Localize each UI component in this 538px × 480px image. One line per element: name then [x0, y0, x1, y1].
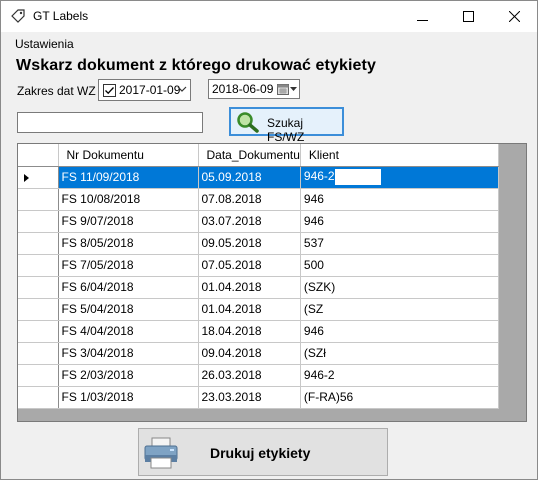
cell-data-dokumentu[interactable]: 01.04.2018 [198, 276, 301, 299]
cell-klient[interactable]: 537 [300, 232, 499, 255]
cell-data-dokumentu[interactable]: 07.05.2018 [198, 254, 301, 277]
cell-klient[interactable]: 946-2 [300, 364, 499, 387]
cell-klient[interactable]: (SZ [300, 298, 499, 321]
date-from-picker[interactable]: 2017-01-09 [98, 79, 191, 101]
cell-klient[interactable]: (F-RA)56 [300, 386, 499, 409]
date-from-checkbox[interactable] [103, 84, 116, 97]
cell-nr-dokumentu[interactable]: FS 1/03/2018 [58, 386, 199, 409]
table-row[interactable]: FS 9/07/2018 03.07.2018 946 [18, 210, 499, 233]
cell-klient[interactable]: (SZK) [300, 276, 499, 299]
search-fs-wz-button[interactable]: Szukaj FS/WZ [229, 107, 344, 144]
minimize-icon [416, 9, 428, 25]
close-button[interactable] [491, 1, 537, 32]
cell-klient[interactable]: 946 [300, 188, 499, 211]
row-header[interactable] [18, 166, 59, 189]
redacted-block [334, 169, 381, 185]
app-window: GT Labels Ustawienia Wskarz dokument z k… [0, 0, 538, 480]
grid-body: FS 11/09/2018 05.09.2018 946-2 FS 10/08/201… [18, 166, 499, 409]
table-row[interactable]: FS 11/09/2018 05.09.2018 946-2 [18, 166, 499, 189]
calendar-icon [277, 84, 289, 95]
row-header[interactable] [18, 320, 59, 343]
window-title: GT Labels [33, 9, 89, 23]
row-header[interactable] [18, 276, 59, 299]
row-header-corner [18, 144, 59, 167]
grid-header-row: Nr Dokumentu Data_Dokumentu Klient [18, 144, 499, 167]
documents-table: Nr Dokumentu Data_Dokumentu Klient FS 11… [18, 144, 499, 409]
cell-data-dokumentu[interactable]: 05.09.2018 [198, 166, 301, 189]
cell-data-dokumentu[interactable]: 09.05.2018 [198, 232, 301, 255]
row-header[interactable] [18, 386, 59, 409]
menu-item-ustawienia[interactable]: Ustawienia [15, 37, 74, 51]
cell-nr-dokumentu[interactable]: FS 8/05/2018 [58, 232, 199, 255]
search-button-label: Szukaj FS/WZ [267, 116, 305, 144]
documents-grid: Nr Dokumentu Data_Dokumentu Klient FS 11… [17, 143, 527, 422]
print-button-label: Drukuj etykiety [210, 445, 311, 461]
magnifier-icon [235, 111, 261, 136]
table-row[interactable]: FS 6/04/2018 01.04.2018 (SZK) [18, 276, 499, 299]
table-row[interactable]: FS 1/03/2018 23.03.2018 (F-RA)56 [18, 386, 499, 409]
chevron-down-icon[interactable] [177, 82, 187, 99]
current-row-arrow-icon [24, 173, 29, 182]
column-header-data-dokumentu[interactable]: Data_Dokumentu [198, 144, 301, 167]
printer-icon [143, 437, 179, 472]
cell-klient[interactable]: 946 [300, 210, 499, 233]
table-row[interactable]: FS 2/03/2018 26.03.2018 946-2 [18, 364, 499, 387]
minimize-button[interactable] [399, 1, 445, 32]
row-header[interactable] [18, 342, 59, 365]
title-bar: GT Labels [1, 1, 537, 32]
cell-data-dokumentu[interactable]: 23.03.2018 [198, 386, 301, 409]
table-row[interactable]: FS 3/04/2018 09.04.2018 (SZł [18, 342, 499, 365]
cell-nr-dokumentu[interactable]: FS 2/03/2018 [58, 364, 199, 387]
column-header-nr-dokumentu[interactable]: Nr Dokumentu [58, 144, 199, 167]
date-to-picker[interactable]: 2018-06-09 [208, 79, 300, 99]
cell-klient[interactable]: 946 [300, 320, 499, 343]
cell-klient[interactable]: 946-2 [300, 166, 499, 189]
cell-nr-dokumentu[interactable]: FS 10/08/2018 [58, 188, 199, 211]
date-range-label: Zakres dat WZ [17, 84, 96, 98]
row-header[interactable] [18, 254, 59, 277]
cell-klient[interactable]: 500 [300, 254, 499, 277]
cell-nr-dokumentu[interactable]: FS 6/04/2018 [58, 276, 199, 299]
calendar-dropdown-button[interactable] [276, 81, 298, 97]
cell-data-dokumentu[interactable]: 01.04.2018 [198, 298, 301, 321]
row-header[interactable] [18, 210, 59, 233]
cell-nr-dokumentu[interactable]: FS 4/04/2018 [58, 320, 199, 343]
page-heading: Wskarz dokument z którego drukować etyki… [16, 57, 376, 74]
row-header[interactable] [18, 188, 59, 211]
table-row[interactable]: FS 5/04/2018 01.04.2018 (SZ [18, 298, 499, 321]
date-to-value: 2018-06-09 [212, 82, 274, 96]
document-search-input[interactable] [17, 112, 203, 133]
cell-data-dokumentu[interactable]: 07.08.2018 [198, 188, 301, 211]
cell-nr-dokumentu[interactable]: FS 3/04/2018 [58, 342, 199, 365]
tag-icon [10, 8, 26, 24]
close-icon [508, 9, 520, 25]
cell-nr-dokumentu[interactable]: FS 7/05/2018 [58, 254, 199, 277]
cell-nr-dokumentu[interactable]: FS 5/04/2018 [58, 298, 199, 321]
table-row[interactable]: FS 8/05/2018 09.05.2018 537 [18, 232, 499, 255]
row-header[interactable] [18, 364, 59, 387]
cell-data-dokumentu[interactable]: 03.07.2018 [198, 210, 301, 233]
maximize-button[interactable] [445, 1, 491, 32]
cell-data-dokumentu[interactable]: 18.04.2018 [198, 320, 301, 343]
table-row[interactable]: FS 4/04/2018 18.04.2018 946 [18, 320, 499, 343]
date-from-value: 2017-01-09 [119, 83, 181, 97]
menu-bar: Ustawienia [1, 35, 537, 53]
column-header-klient[interactable]: Klient [300, 144, 499, 167]
dropdown-arrow-icon [290, 86, 297, 91]
checkmark-icon [105, 87, 114, 95]
maximize-icon [462, 9, 474, 25]
cell-data-dokumentu[interactable]: 26.03.2018 [198, 364, 301, 387]
cell-data-dokumentu[interactable]: 09.04.2018 [198, 342, 301, 365]
row-header[interactable] [18, 298, 59, 321]
print-labels-button[interactable]: Drukuj etykiety [138, 428, 388, 476]
cell-nr-dokumentu[interactable]: FS 9/07/2018 [58, 210, 199, 233]
row-header[interactable] [18, 232, 59, 255]
cell-klient[interactable]: (SZł [300, 342, 499, 365]
table-row[interactable]: FS 10/08/2018 07.08.2018 946 [18, 188, 499, 211]
table-row[interactable]: FS 7/05/2018 07.05.2018 500 [18, 254, 499, 277]
cell-nr-dokumentu[interactable]: FS 11/09/2018 [58, 166, 199, 189]
